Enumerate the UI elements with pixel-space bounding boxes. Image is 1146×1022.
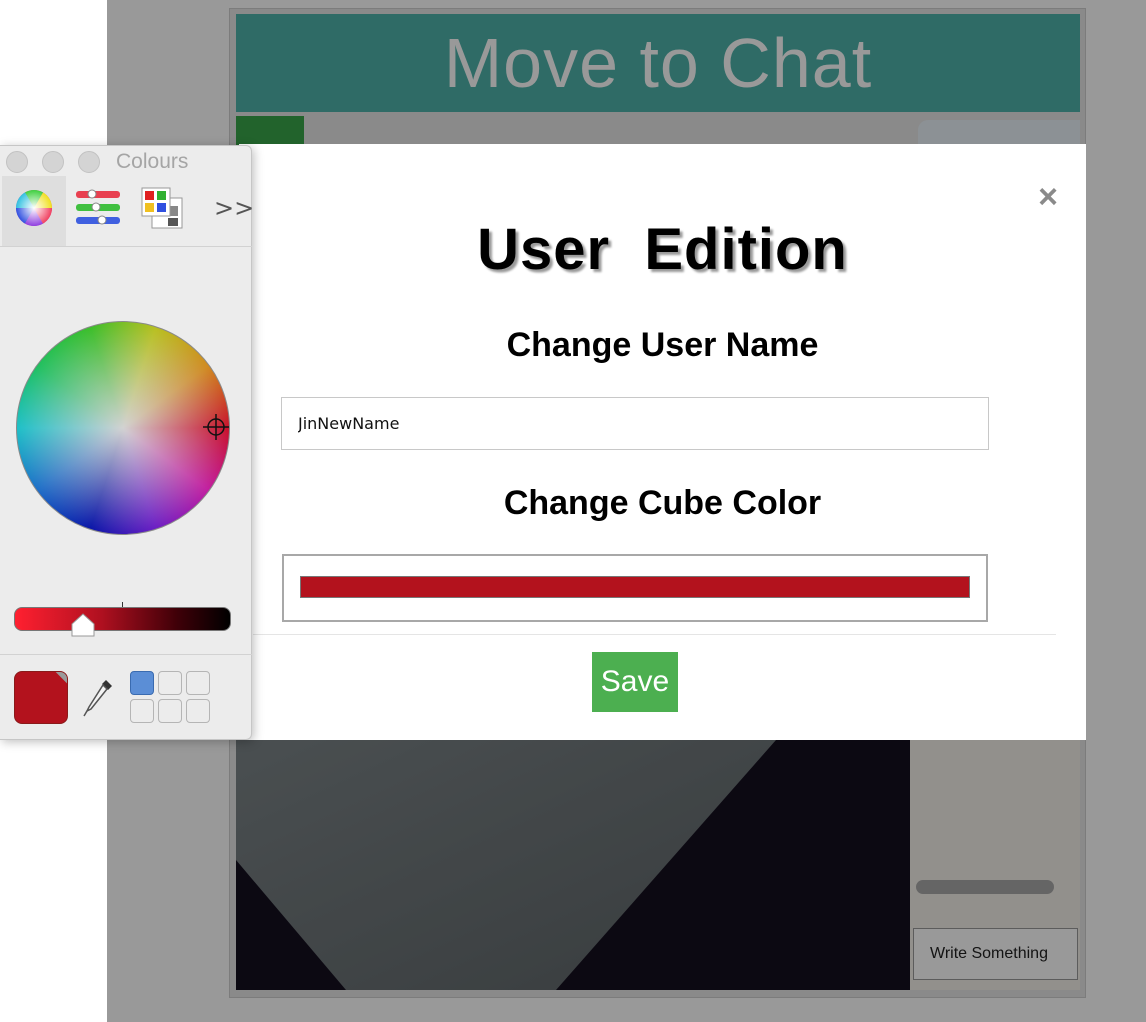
user-name-input[interactable] [281,397,989,450]
sliders-tab[interactable] [66,176,130,246]
close-window-button[interactable] [6,151,28,173]
crosshair-icon[interactable] [203,414,229,440]
color-wheel[interactable] [16,321,230,535]
current-color-swatch[interactable] [14,671,68,724]
zoom-window-button[interactable] [78,151,100,173]
close-icon[interactable]: × [1038,180,1058,214]
color-wheel-icon [15,189,53,227]
save-button[interactable]: Save [592,652,678,712]
brightness-slider[interactable] [14,607,231,631]
palettes-icon [141,187,183,229]
change-cube-color-heading: Change Cube Color [503,484,822,522]
eyedropper-icon[interactable] [82,676,116,718]
user-edition-modal: × User Edition Change User Name Change C… [239,144,1086,740]
modal-divider [253,634,1056,635]
colour-mode-toolbar: >> [0,176,254,247]
color-wheel-tab[interactable] [2,176,66,246]
colours-panel: Colours >> [0,145,254,740]
saved-swatch-2[interactable] [158,671,182,695]
saved-swatch-4[interactable] [130,699,154,723]
change-user-name-heading: Change User Name [506,326,819,364]
saved-swatch-6[interactable] [186,699,210,723]
saved-swatch-5[interactable] [158,699,182,723]
minimize-window-button[interactable] [42,151,64,173]
saved-swatch-3[interactable] [186,671,210,695]
saved-swatch-1[interactable] [130,671,154,695]
sliders-icon [76,189,120,225]
colours-panel-title: Colours [116,150,189,173]
panel-divider [0,654,252,655]
cube-color-swatch[interactable] [300,576,970,598]
modal-title: User Edition [477,217,848,282]
cube-color-picker[interactable] [282,554,988,622]
slider-thumb-icon[interactable] [70,612,96,638]
more-modes-button[interactable]: >> [214,194,254,222]
palettes-tab[interactable] [130,176,194,246]
